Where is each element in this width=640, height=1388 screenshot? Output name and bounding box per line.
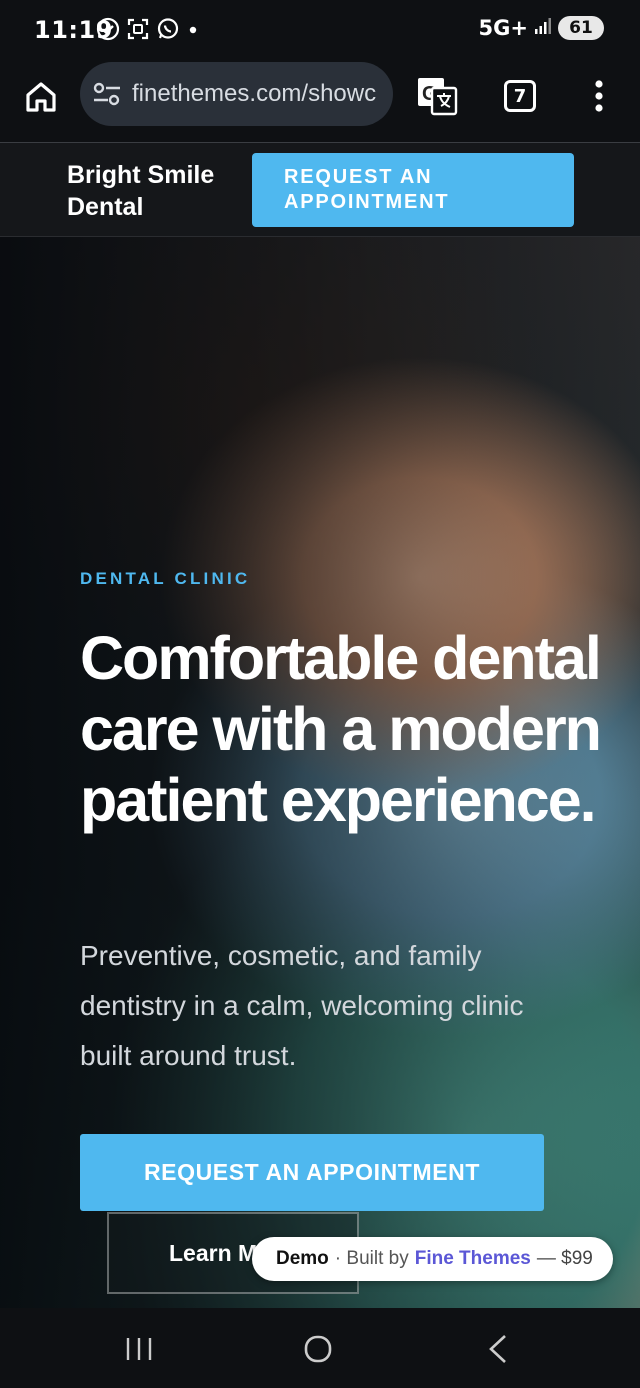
site-settings-icon[interactable] xyxy=(92,81,122,107)
price-text: — $99 xyxy=(536,1248,593,1269)
hero-subtext: Preventive, cosmetic, and family dentist… xyxy=(80,940,524,1071)
status-right: 5G+ 61 xyxy=(479,16,604,40)
demo-label: Demo xyxy=(276,1248,329,1269)
status-notification-icons xyxy=(96,17,200,46)
dot-icon xyxy=(186,17,200,46)
battery-icon: 61 xyxy=(558,16,604,40)
url-text[interactable]: finethemes.com/showc xyxy=(132,80,376,108)
site-header: Bright Smile Dental REQUEST AN APPOINTME… xyxy=(0,142,640,237)
network-label: 5G+ xyxy=(478,16,528,40)
tabs-icon[interactable]: 7 xyxy=(504,80,536,112)
header-request-appointment-button[interactable]: REQUEST AN APPOINTMENT xyxy=(252,153,574,227)
system-nav-bar xyxy=(0,1308,640,1388)
home-icon[interactable] xyxy=(22,78,60,116)
whatsapp-icon xyxy=(156,17,180,46)
hero-section: DENTAL CLINIC Comfortable dental care wi… xyxy=(0,237,640,1308)
back-icon[interactable] xyxy=(486,1333,510,1365)
status-bar: 11:19 5G+ 61 xyxy=(0,0,640,60)
translate-icon[interactable]: G xyxy=(416,76,458,116)
browser-toolbar: finethemes.com/showc G 7 xyxy=(0,60,640,142)
demo-badge[interactable]: Demo · Built by Fine Themes — $99 xyxy=(252,1237,613,1281)
signal-icon xyxy=(534,17,552,40)
check-circle-icon xyxy=(96,17,120,46)
hero-request-appointment-button[interactable]: REQUEST AN APPOINTMENT xyxy=(80,1134,544,1211)
hero-eyebrow: DENTAL CLINIC xyxy=(80,569,251,588)
screenshot-icon xyxy=(126,17,150,46)
brand-logo-text[interactable]: Bright Smile Dental xyxy=(67,159,237,223)
hero-headline: Comfortable dental care with a modern pa… xyxy=(80,624,602,834)
home-circle-icon[interactable] xyxy=(303,1334,333,1364)
recents-icon[interactable] xyxy=(124,1336,154,1362)
address-bar[interactable]: finethemes.com/showc xyxy=(80,62,393,126)
built-by-text: · Built by xyxy=(334,1248,409,1269)
vendor-link[interactable]: Fine Themes xyxy=(415,1248,531,1270)
more-vert-icon[interactable] xyxy=(588,78,610,114)
